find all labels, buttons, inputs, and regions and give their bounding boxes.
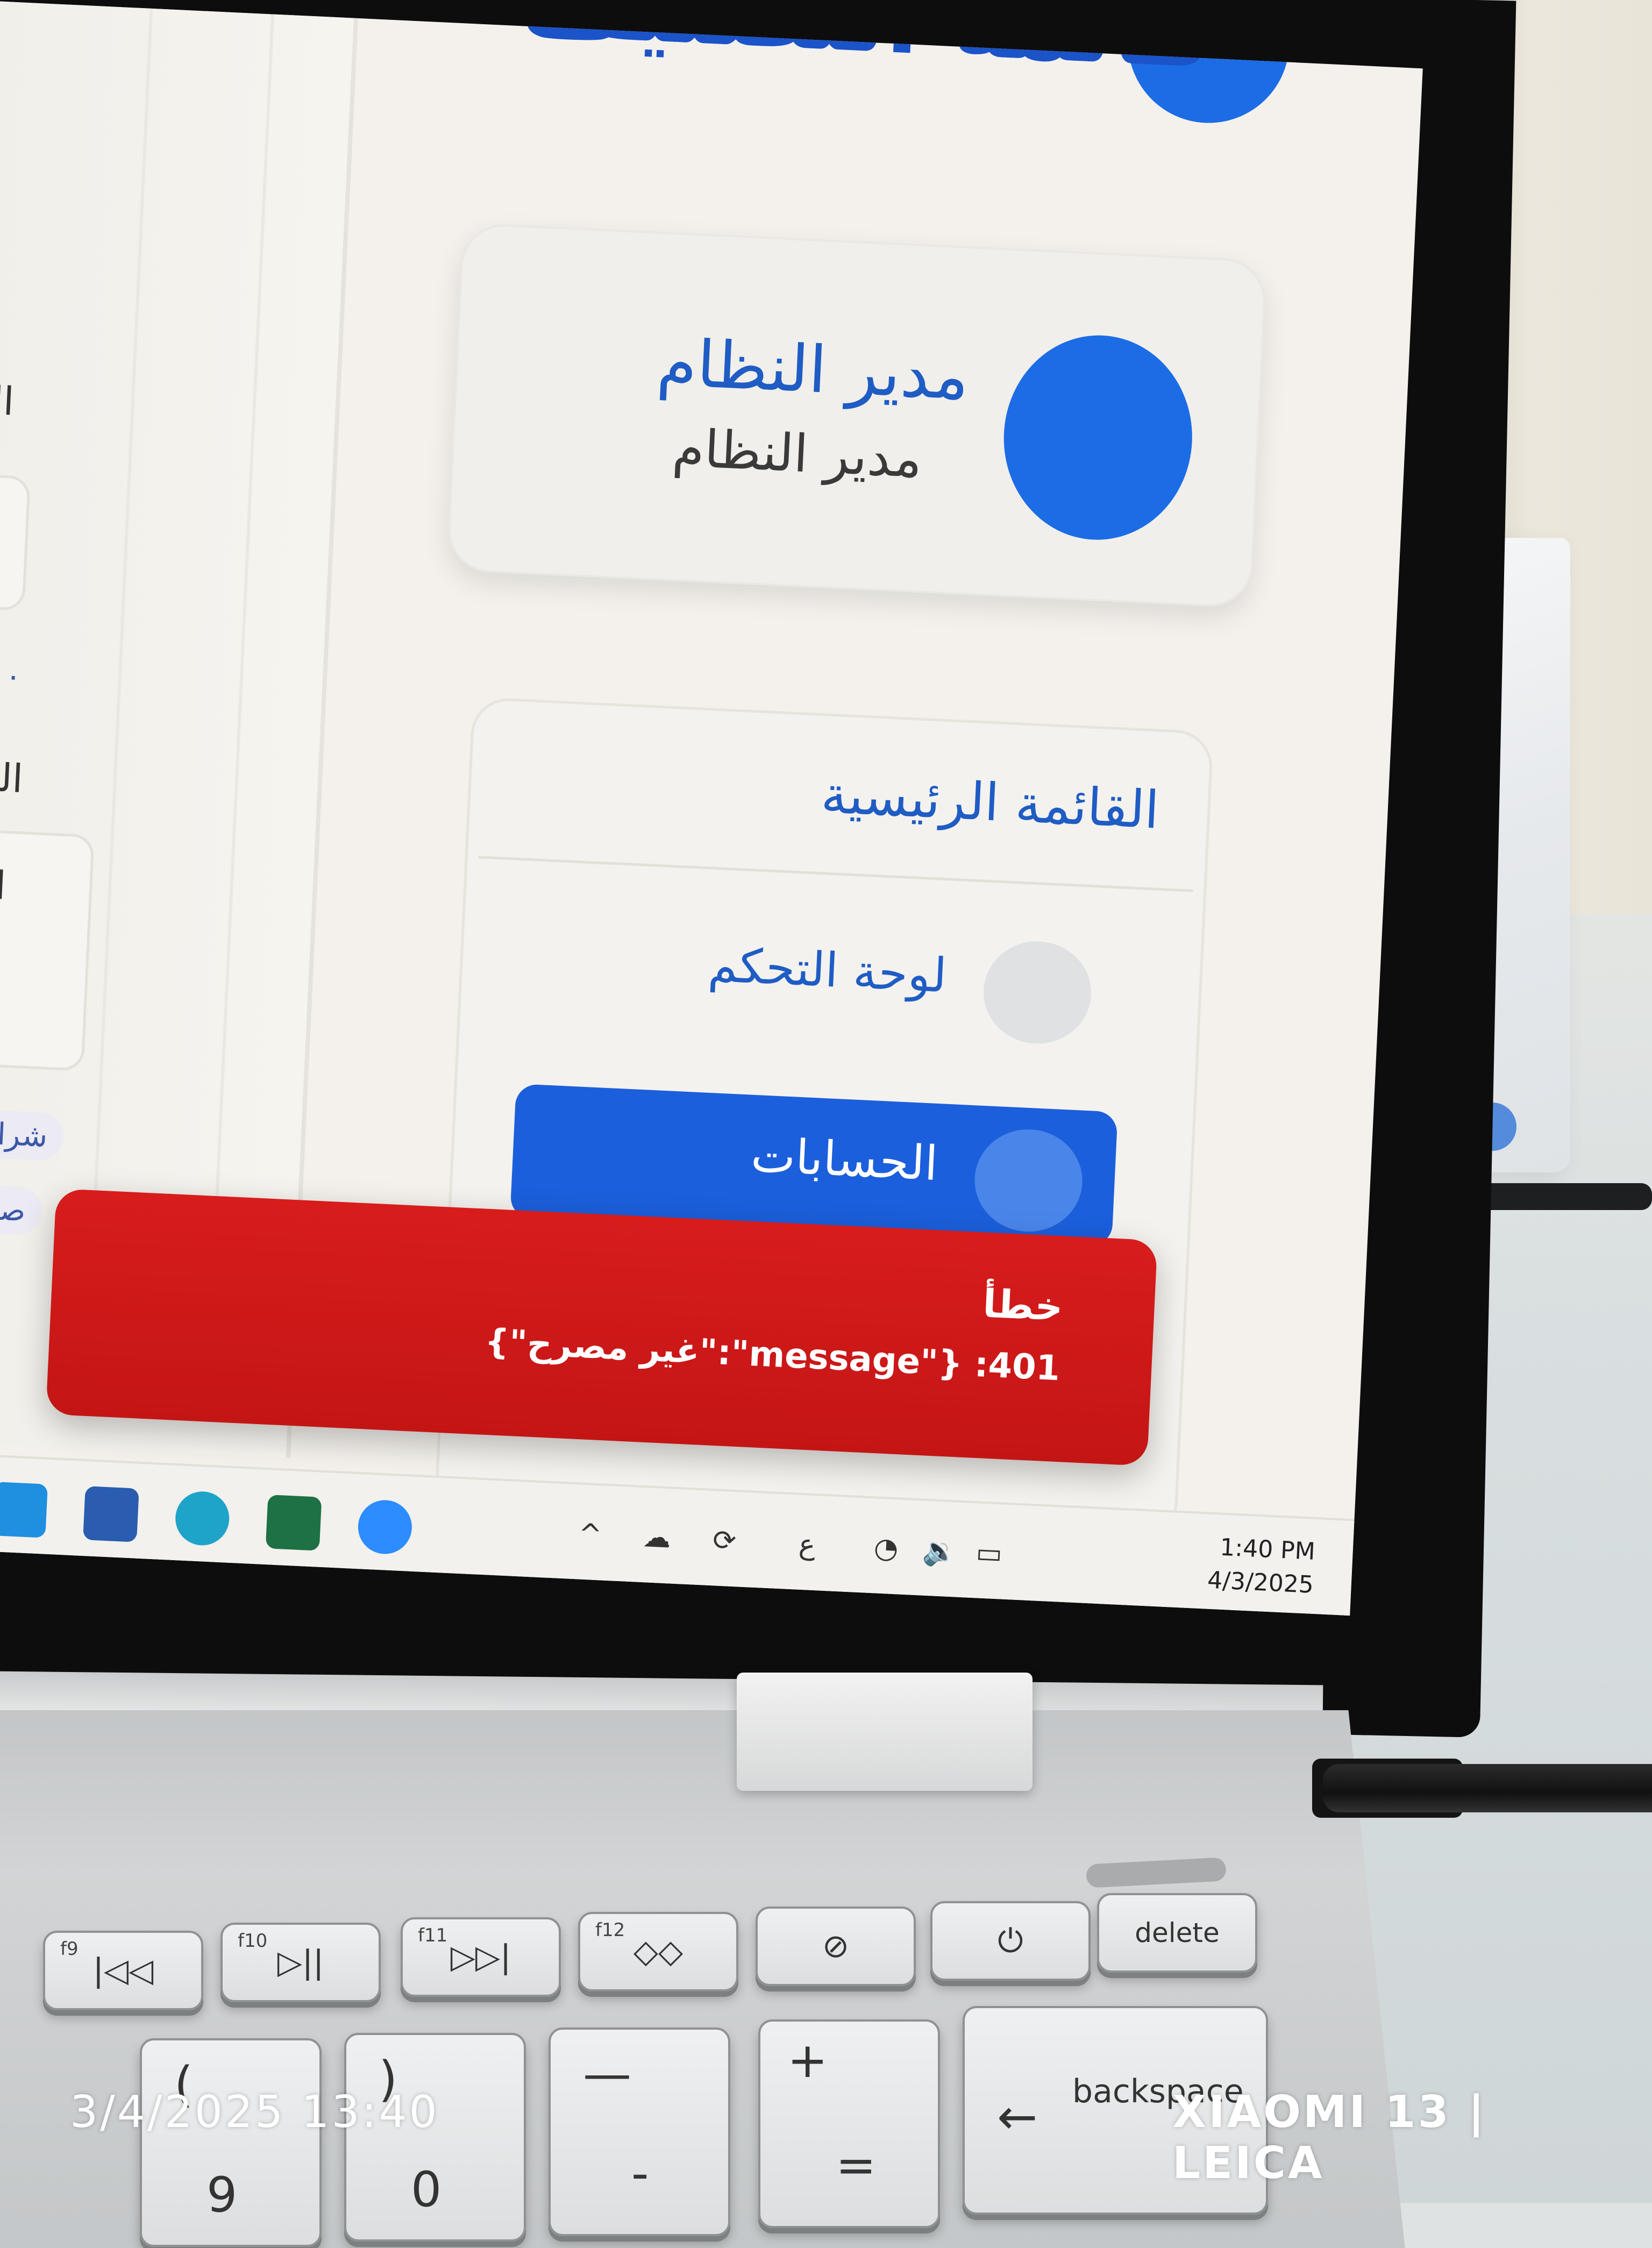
menu-item-dashboard[interactable]: لوحة التحكم <box>519 895 1127 1058</box>
language-indicator[interactable]: ع <box>798 1528 816 1561</box>
next-track-icon: ▷▷| <box>450 1938 511 1976</box>
key-f11[interactable]: f11 ▷▷| <box>401 1917 561 1997</box>
key-camera-off[interactable]: ⊘ <box>756 1906 916 1986</box>
taskbar-clock[interactable]: 1:40 PM 4/3/2025 <box>1207 1531 1316 1602</box>
play-pause-icon: ▷|| <box>277 1944 324 1981</box>
sync-icon[interactable]: ⟳ <box>712 1524 737 1557</box>
content-fragment-1: ال <box>0 377 16 424</box>
menu-item-label: الحسابات <box>750 1127 939 1192</box>
battery-icon[interactable]: ▭ <box>975 1536 1003 1570</box>
chevron-up-icon[interactable]: ^ <box>578 1518 602 1551</box>
profile-card[interactable]: مدير النظام مدير النظام <box>446 222 1268 609</box>
clock-date: 4/3/2025 <box>1207 1566 1314 1599</box>
key-f12[interactable]: f12 ◇◇ <box>578 1912 738 1991</box>
power-icon: ⏻ <box>998 1922 1023 1960</box>
avatar[interactable] <box>999 331 1197 544</box>
key-equals[interactable]: + = <box>758 2019 940 2228</box>
profile-name: مدير النظام <box>655 325 971 415</box>
previous-track-icon: |◁◁ <box>92 1952 154 1989</box>
key-delete[interactable]: delete <box>1097 1893 1257 1973</box>
usb-cable <box>1323 1764 1652 1812</box>
camera-watermark: XIAOMI 13 | LEICA <box>1172 2087 1487 2189</box>
dashboard-icon <box>981 938 1094 1047</box>
key-power[interactable]: ⏻ <box>930 1901 1091 1981</box>
tag-chip-2[interactable]: صيانة مع <box>0 1181 43 1236</box>
microsoft-store-icon[interactable] <box>83 1486 139 1542</box>
menu-item-label: لوحة التحكم <box>707 936 948 1004</box>
content-fragment-2: التفا <box>0 753 24 802</box>
tag-chip-1[interactable]: شراء مس <box>0 1106 65 1162</box>
wifi-icon[interactable]: ◔ <box>873 1532 899 1565</box>
photo-timestamp: 3/4/2025 13:40 <box>70 2087 439 2138</box>
excel-icon[interactable] <box>265 1495 322 1551</box>
arrow-left-icon: ← <box>997 2089 1038 2145</box>
content-fragment-4: ١٠٠ <box>0 657 23 694</box>
laptop-hinge <box>737 1673 1032 1791</box>
menu-divider <box>478 856 1193 892</box>
cloud-error-icon[interactable]: ☁ <box>642 1521 672 1554</box>
delete-key-label: delete <box>1135 1917 1220 1948</box>
laptop-bezel: ال ١٠٠ التفا ايرا شراء مس صيانة مع قائمة… <box>0 0 1516 1738</box>
camera-off-icon: ⊘ <box>822 1927 850 1965</box>
screen-switch-icon: ◇◇ <box>633 1933 683 1970</box>
key-f10[interactable]: f10 ▷|| <box>220 1923 381 2002</box>
accounts-icon <box>972 1127 1085 1234</box>
content-card-1[interactable] <box>0 472 31 611</box>
app-header-title: قائمة التصنيف <box>518 1 1216 90</box>
toast-message: 401: {"message":"غير مصرح"} <box>483 1321 1061 1389</box>
laptop-screen: ال ١٠٠ التفا ايرا شراء مس صيانة مع قائمة… <box>0 1 1423 1616</box>
edge-icon[interactable] <box>174 1490 231 1547</box>
zoom-icon[interactable] <box>357 1499 414 1555</box>
main-menu-title: القائمة الرئيسية <box>820 764 1160 841</box>
content-card-2[interactable] <box>0 827 95 1072</box>
toast-title: خطأ <box>981 1280 1064 1330</box>
profile-role: مدير النظام <box>671 417 924 490</box>
volume-icon[interactable]: 🔉 <box>921 1534 958 1569</box>
cortana-icon[interactable] <box>0 1482 48 1538</box>
key-9[interactable]: ( 9 <box>140 2038 322 2247</box>
key-f9[interactable]: f9 |◁◁ <box>43 1931 203 2010</box>
key-minus[interactable]: — - <box>549 2028 730 2236</box>
clock-time: 1:40 PM <box>1219 1533 1316 1566</box>
